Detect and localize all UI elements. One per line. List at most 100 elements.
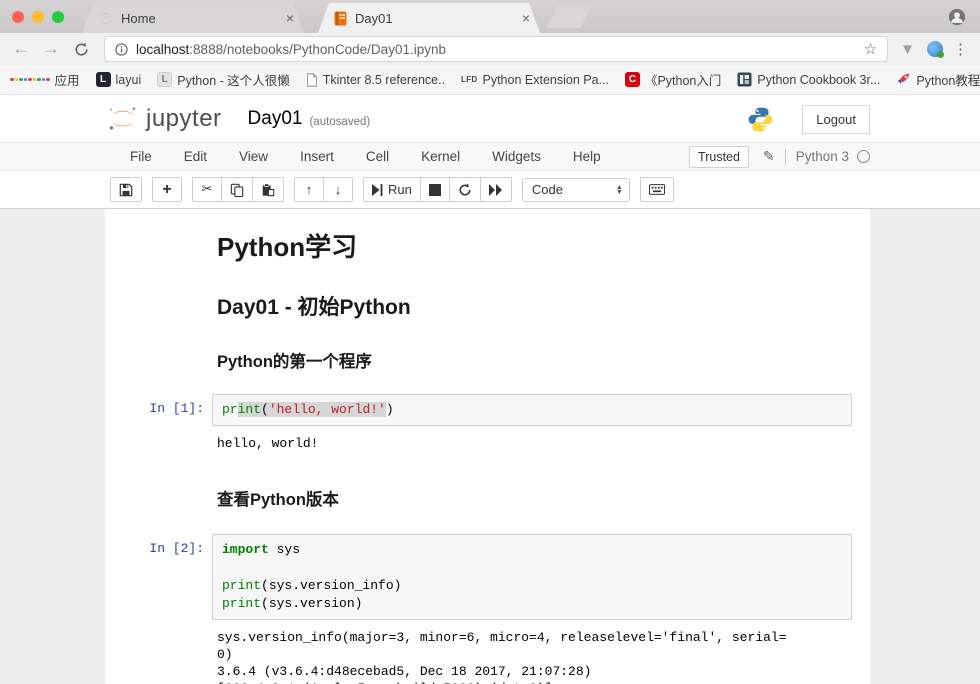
cell-type-select[interactable]: Code ▲▼ bbox=[522, 178, 630, 202]
tab-label: Home bbox=[121, 11, 278, 26]
kernel-name[interactable]: Python 3 bbox=[796, 149, 849, 164]
trusted-button[interactable]: Trusted bbox=[689, 146, 749, 168]
cut-cell-button[interactable]: ✂ bbox=[192, 177, 222, 202]
cell-output: sys.version_info(major=3, minor=6, micro… bbox=[212, 620, 852, 684]
paste-cell-button[interactable] bbox=[252, 177, 284, 202]
keyboard-icon bbox=[649, 184, 665, 195]
bookmark-label: Tkinter 8.5 reference.. bbox=[323, 73, 445, 87]
input-prompt: In [2]: bbox=[105, 534, 212, 684]
bookmark-label: 《Python入门 bbox=[645, 70, 721, 89]
lfd-icon: LFD bbox=[461, 75, 477, 84]
bookmark-python-intro[interactable]: C 《Python入门 bbox=[625, 70, 721, 89]
restart-icon bbox=[458, 183, 472, 197]
command-palette-button[interactable] bbox=[640, 177, 674, 202]
v-extension-icon[interactable]: ▼ bbox=[900, 41, 915, 58]
save-button[interactable] bbox=[110, 177, 142, 202]
code-input[interactable]: import sys print(sys.version_info) print… bbox=[212, 534, 852, 620]
move-cell-up-button[interactable]: ↑ bbox=[294, 177, 324, 202]
menu-view[interactable]: View bbox=[223, 149, 284, 164]
back-arrow-icon[interactable]: ← bbox=[8, 36, 34, 62]
logout-button[interactable]: Logout bbox=[802, 105, 870, 134]
new-tab-button[interactable] bbox=[546, 6, 592, 28]
zoom-window-icon[interactable] bbox=[52, 11, 64, 23]
notebook-scroll-area[interactable]: Python学习 Day01 - 初始Python Python的第一个程序 I… bbox=[0, 209, 980, 684]
bookmark-label: Python Extension Pa... bbox=[483, 73, 609, 87]
restart-kernel-button[interactable] bbox=[449, 177, 481, 202]
tab-close-icon[interactable]: × bbox=[522, 10, 530, 26]
autosave-status: (autosaved) bbox=[309, 111, 370, 128]
profile-icon[interactable] bbox=[948, 8, 966, 26]
bookmark-star-icon[interactable]: ☆ bbox=[864, 40, 877, 58]
menu-edit[interactable]: Edit bbox=[168, 149, 223, 164]
bookmark-cookbook[interactable]: Python Cookbook 3r... bbox=[737, 72, 880, 87]
menu-file[interactable]: File bbox=[114, 149, 168, 164]
subsection-heading-first-program: Python的第一个程序 bbox=[217, 348, 852, 372]
bookmarks-bar: 应用 L layui L Python - 这个人很懒 Tkinter 8.5 … bbox=[0, 65, 980, 95]
close-window-icon[interactable] bbox=[12, 11, 24, 23]
tab-label: Day01 bbox=[355, 11, 514, 26]
menu-help[interactable]: Help bbox=[557, 149, 617, 164]
paste-icon bbox=[261, 183, 275, 197]
copy-icon bbox=[230, 183, 244, 197]
overflow-dots-icon[interactable]: ⋮ bbox=[953, 40, 968, 58]
globe-extension-icon[interactable] bbox=[927, 41, 943, 57]
stop-icon bbox=[429, 184, 441, 196]
rocket-icon bbox=[896, 72, 911, 87]
restart-run-all-button[interactable] bbox=[480, 177, 512, 202]
code-cell-2[interactable]: In [2]: import sys print(sys.version_inf… bbox=[105, 534, 870, 684]
run-icon bbox=[372, 184, 383, 196]
divider bbox=[785, 149, 786, 165]
jupyter-toolbar: + ✂ ↑ ↓ Run bbox=[0, 171, 980, 209]
jupyter-logo-icon[interactable] bbox=[108, 105, 138, 133]
bookmark-layui[interactable]: L layui bbox=[96, 72, 142, 87]
c-red-icon: C bbox=[625, 72, 640, 87]
menu-widgets[interactable]: Widgets bbox=[476, 149, 557, 164]
copy-cell-button[interactable] bbox=[221, 177, 253, 202]
bookmark-label: Python教程 bbox=[916, 70, 980, 89]
notebook-title[interactable]: Day01 bbox=[248, 108, 303, 130]
jupyter-header: jupyter Day01 (autosaved) Logout bbox=[0, 96, 980, 142]
move-cell-down-button[interactable]: ↓ bbox=[323, 177, 353, 202]
bookmark-tkinter[interactable]: Tkinter 8.5 reference.. bbox=[306, 73, 445, 87]
menu-cell[interactable]: Cell bbox=[350, 149, 405, 164]
tab-day01[interactable]: Day01 × bbox=[318, 3, 540, 33]
bookmark-label: Python Cookbook 3r... bbox=[757, 73, 880, 87]
book-grid-icon bbox=[737, 72, 752, 87]
url-host: localhost bbox=[136, 42, 189, 57]
jupyter-favicon bbox=[98, 11, 113, 26]
forward-arrow-icon[interactable]: → bbox=[38, 36, 64, 62]
markdown-cell-title[interactable]: Python学习 Day01 - 初始Python Python的第一个程序 bbox=[105, 225, 870, 394]
stop-button[interactable] bbox=[420, 177, 450, 202]
info-icon[interactable] bbox=[115, 43, 128, 56]
notebook-favicon bbox=[334, 11, 347, 26]
bookmark-python-lazy[interactable]: L Python - 这个人很懒 bbox=[157, 70, 290, 89]
jupyter-logo-text[interactable]: jupyter bbox=[146, 105, 222, 133]
browser-tabstrip: Home × Day01 × bbox=[0, 0, 980, 33]
page-title: Python学习 bbox=[217, 227, 852, 264]
run-label: Run bbox=[388, 182, 412, 197]
cell-type-value: Code bbox=[532, 182, 563, 197]
save-icon bbox=[119, 183, 133, 197]
url-bar[interactable]: localhost:8888/notebooks/PythonCode/Day0… bbox=[104, 36, 888, 62]
bookmark-label: Python - 这个人很懒 bbox=[177, 70, 290, 89]
markdown-cell-version[interactable]: 查看Python版本 bbox=[105, 472, 870, 534]
tab-home[interactable]: Home × bbox=[82, 3, 304, 33]
section-heading: Day01 - 初始Python bbox=[217, 291, 852, 321]
bookmark-python-tutorial[interactable]: Python教程 bbox=[896, 70, 980, 89]
add-cell-button[interactable]: + bbox=[152, 177, 182, 202]
select-arrows-icon: ▲▼ bbox=[616, 185, 623, 195]
gray-l-icon: L bbox=[157, 72, 172, 87]
menu-kernel[interactable]: Kernel bbox=[405, 149, 476, 164]
tab-close-icon[interactable]: × bbox=[286, 10, 294, 26]
url-path: :8888/notebooks/PythonCode/Day01.ipynb bbox=[189, 42, 446, 57]
code-cell-1[interactable]: In [1]: print('hello, world!') hello, wo… bbox=[105, 394, 870, 452]
jupyter-menubar: File Edit View Insert Cell Kernel Widget… bbox=[0, 142, 980, 171]
page-icon bbox=[306, 73, 318, 87]
reload-icon[interactable] bbox=[68, 36, 94, 62]
bookmark-apps[interactable]: 应用 bbox=[10, 70, 80, 89]
bookmark-lfd[interactable]: LFD Python Extension Pa... bbox=[461, 73, 609, 87]
run-button[interactable]: Run bbox=[363, 177, 421, 202]
code-input[interactable]: print('hello, world!') bbox=[212, 394, 852, 426]
menu-insert[interactable]: Insert bbox=[284, 149, 350, 164]
minimize-window-icon[interactable] bbox=[32, 11, 44, 23]
